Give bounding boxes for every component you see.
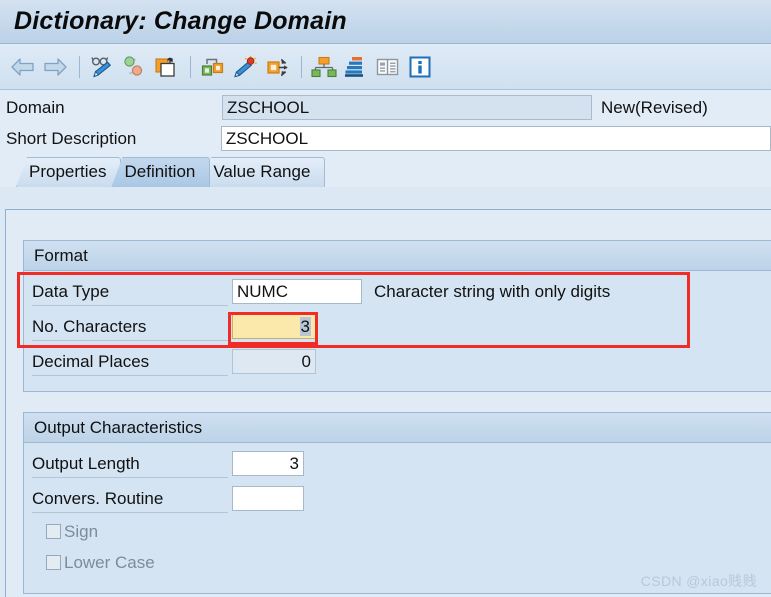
tab-value-range[interactable]: Value Range: [200, 157, 326, 187]
data-type-input[interactable]: NUMC: [232, 279, 362, 304]
tab-properties[interactable]: Properties: [16, 157, 122, 187]
toolbar-separator: [79, 55, 80, 78]
tab-strip: Properties Definition Value Range: [0, 154, 771, 187]
convers-routine-row: Convers. Routine: [24, 481, 771, 516]
output-length-row: Output Length 3: [24, 446, 771, 481]
data-type-hint: Character string with only digits: [374, 281, 611, 301]
format-group-title: Format: [24, 241, 771, 271]
short-description-label: Short Description: [6, 128, 137, 148]
domain-row: Domain ZSCHOOL New(Revised): [0, 92, 771, 123]
toolbar-separator: [190, 55, 191, 78]
info-icon[interactable]: [405, 52, 435, 82]
documentation-icon[interactable]: [373, 52, 403, 82]
page-title: Dictionary: Change Domain: [14, 7, 347, 35]
forward-arrow-icon[interactable]: [40, 52, 70, 82]
status-badge: New(Revised): [601, 97, 708, 117]
output-characteristics-group-title: Output Characteristics: [24, 413, 771, 443]
definition-tab-panel: Format Data Type NUMC Character string w…: [5, 209, 771, 597]
tab-definition[interactable]: Definition: [111, 157, 211, 187]
decimal-places-input[interactable]: 0: [232, 349, 316, 374]
no-characters-label: No. Characters: [24, 309, 232, 344]
output-characteristics-group: Output Characteristics Output Length 3 C…: [23, 412, 771, 594]
expand-object-icon[interactable]: [262, 52, 292, 82]
sign-checkbox-row[interactable]: Sign: [24, 516, 771, 547]
no-characters-row: No. Characters 3: [24, 309, 771, 344]
where-used-list-icon[interactable]: [119, 52, 149, 82]
toolbar-separator: [301, 55, 302, 78]
short-description-row: Short Description ZSCHOOL: [0, 123, 771, 154]
sign-checkbox[interactable]: [46, 524, 61, 539]
data-type-row: Data Type NUMC Character string with onl…: [24, 274, 771, 309]
watermark: CSDN @xiao贱贱: [640, 573, 757, 589]
decimal-places-label: Decimal Places: [24, 344, 232, 379]
display-change-glasses-pencil-icon[interactable]: [87, 52, 117, 82]
domain-input[interactable]: ZSCHOOL: [222, 95, 592, 120]
format-group-body: Data Type NUMC Character string with onl…: [24, 271, 771, 379]
lower-case-checkbox[interactable]: [46, 555, 61, 570]
no-characters-value: 3: [299, 317, 311, 336]
copy-object-icon[interactable]: [151, 52, 181, 82]
format-group: Format Data Type NUMC Character string w…: [23, 240, 771, 392]
header-fields: Domain ZSCHOOL New(Revised) Short Descri…: [0, 90, 771, 154]
application-toolbar: [0, 44, 771, 90]
short-description-input[interactable]: ZSCHOOL: [220, 126, 771, 151]
output-length-input[interactable]: 3: [232, 451, 304, 476]
activate-wand-icon[interactable]: [230, 52, 260, 82]
data-type-label: Data Type: [24, 274, 232, 309]
convers-routine-input[interactable]: [232, 486, 304, 511]
sign-label: Sign: [64, 521, 99, 541]
inactive-objects-icon[interactable]: [198, 52, 228, 82]
decimal-places-row: Decimal Places 0: [24, 344, 771, 379]
output-characteristics-group-body: Output Length 3 Convers. Routine Sign Lo…: [24, 443, 771, 578]
output-length-label: Output Length: [24, 446, 232, 481]
lower-case-label: Lower Case: [64, 552, 155, 572]
no-characters-input[interactable]: 3: [232, 314, 316, 339]
domain-label: Domain: [6, 97, 65, 117]
stack-overview-icon[interactable]: [341, 52, 371, 82]
window-title-bar: Dictionary: Change Domain: [0, 0, 771, 44]
convers-routine-label: Convers. Routine: [24, 481, 232, 516]
hierarchy-icon[interactable]: [309, 52, 339, 82]
back-arrow-icon[interactable]: [8, 52, 38, 82]
